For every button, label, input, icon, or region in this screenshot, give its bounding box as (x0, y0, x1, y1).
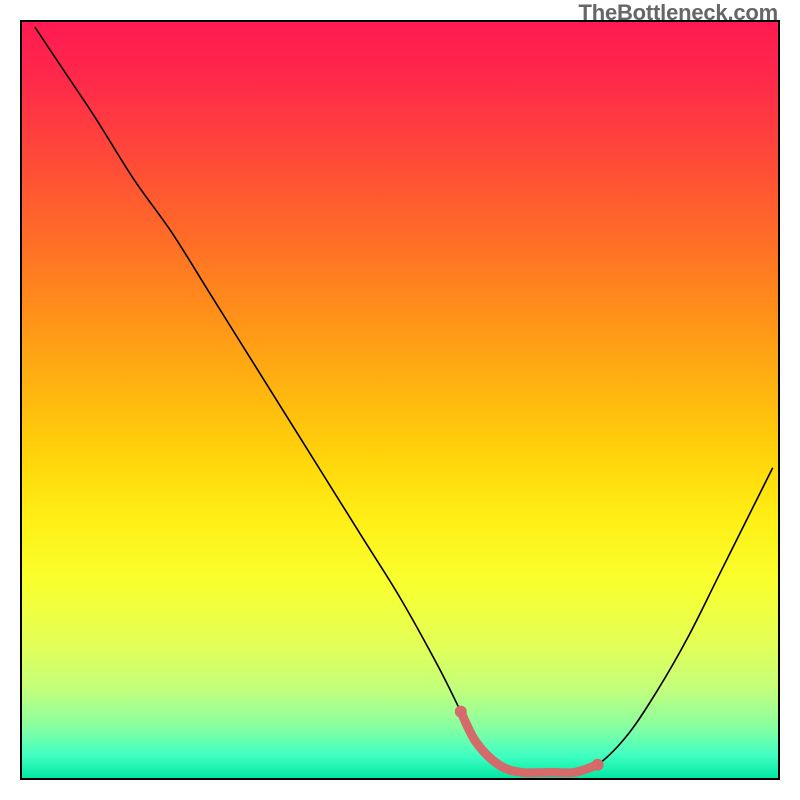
gradient-rect (21, 21, 779, 779)
highlight-dot (455, 706, 467, 718)
bottleneck-chart (20, 20, 780, 780)
chart-container: TheBottleneck.com (0, 0, 800, 800)
highlight-dot (592, 759, 604, 771)
